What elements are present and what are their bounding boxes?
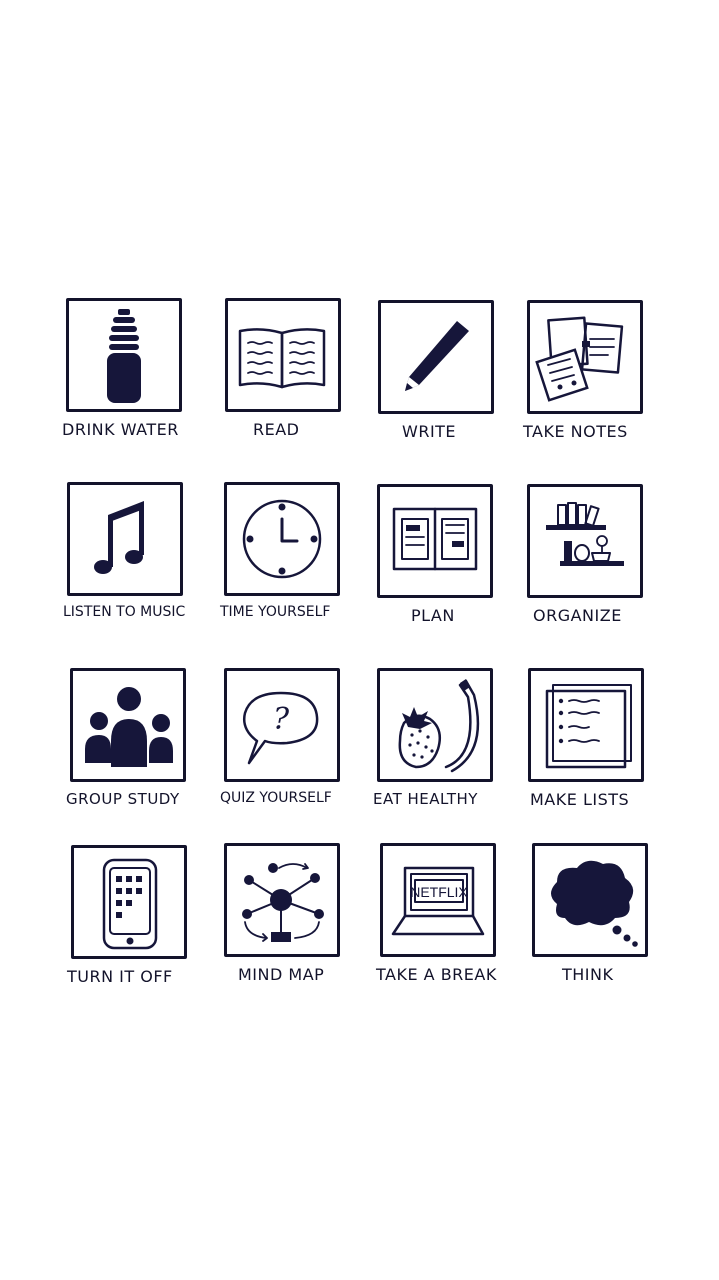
- water-bottle-icon: [107, 309, 141, 403]
- tile-label: MAKE LISTS: [530, 790, 630, 809]
- question-bubble-icon: ?: [243, 691, 319, 765]
- phone-icon: [102, 858, 158, 950]
- tile-frame: [67, 482, 183, 596]
- question-mark: ?: [273, 702, 290, 737]
- tile-label: TIME YOURSELF: [220, 604, 331, 620]
- tile-label: DRINK WATER: [62, 420, 179, 439]
- checklist-icon: [545, 684, 632, 769]
- tile-label: LISTEN TO MUSIC: [63, 604, 186, 620]
- fruit-icon: [398, 679, 480, 773]
- tile-label: MIND MAP: [238, 965, 325, 984]
- tile-label: TAKE NOTES: [523, 422, 628, 441]
- shelves-icon: [546, 502, 624, 566]
- tile-label: TAKE A BREAK: [376, 965, 497, 984]
- tile-label: QUIZ YOURSELF: [220, 790, 332, 806]
- study-tips-sheet: DRINK WATER READ WRITE TAKE NOTES LISTEN…: [0, 0, 719, 1280]
- tile-label: WRITE: [402, 422, 457, 441]
- notes-icon: [535, 316, 624, 402]
- laptop-netflix-icon: NETFLIX: [391, 866, 485, 936]
- music-note-icon: [94, 501, 144, 574]
- tile-label: ORGANIZE: [533, 606, 622, 625]
- tile-label: GROUP STUDY: [66, 790, 180, 808]
- tile-label: EAT HEALTHY: [373, 790, 478, 808]
- tile-label: READ: [253, 420, 300, 439]
- tile-frame: [532, 843, 648, 957]
- pencil-icon: [405, 321, 469, 391]
- tile-label: THINK: [562, 965, 614, 984]
- tile-frame: [224, 482, 340, 596]
- tile-frame: [378, 300, 494, 414]
- tile-frame: [71, 845, 187, 959]
- tile-frame: [70, 668, 186, 782]
- tile-frame: [377, 484, 493, 598]
- tile-label: PLAN: [411, 606, 455, 625]
- clock-icon: [242, 499, 322, 579]
- tile-frame: [224, 843, 340, 957]
- tile-frame: [527, 300, 643, 414]
- tile-frame: [225, 298, 341, 412]
- thought-cloud-icon: [551, 860, 638, 947]
- laptop-screen-text: NETFLIX: [410, 884, 468, 900]
- group-icon: [85, 687, 173, 767]
- tile-frame: NETFLIX: [380, 843, 496, 957]
- tile-frame: [527, 484, 643, 598]
- tile-frame: ?: [224, 668, 340, 782]
- tile-frame: [377, 668, 493, 782]
- open-book-icon: [238, 328, 326, 389]
- tile-frame: [66, 298, 182, 412]
- tile-frame: [528, 668, 644, 782]
- tile-label: TURN IT OFF: [67, 967, 173, 986]
- mind-map-icon: [242, 863, 324, 942]
- planner-icon: [392, 507, 478, 571]
